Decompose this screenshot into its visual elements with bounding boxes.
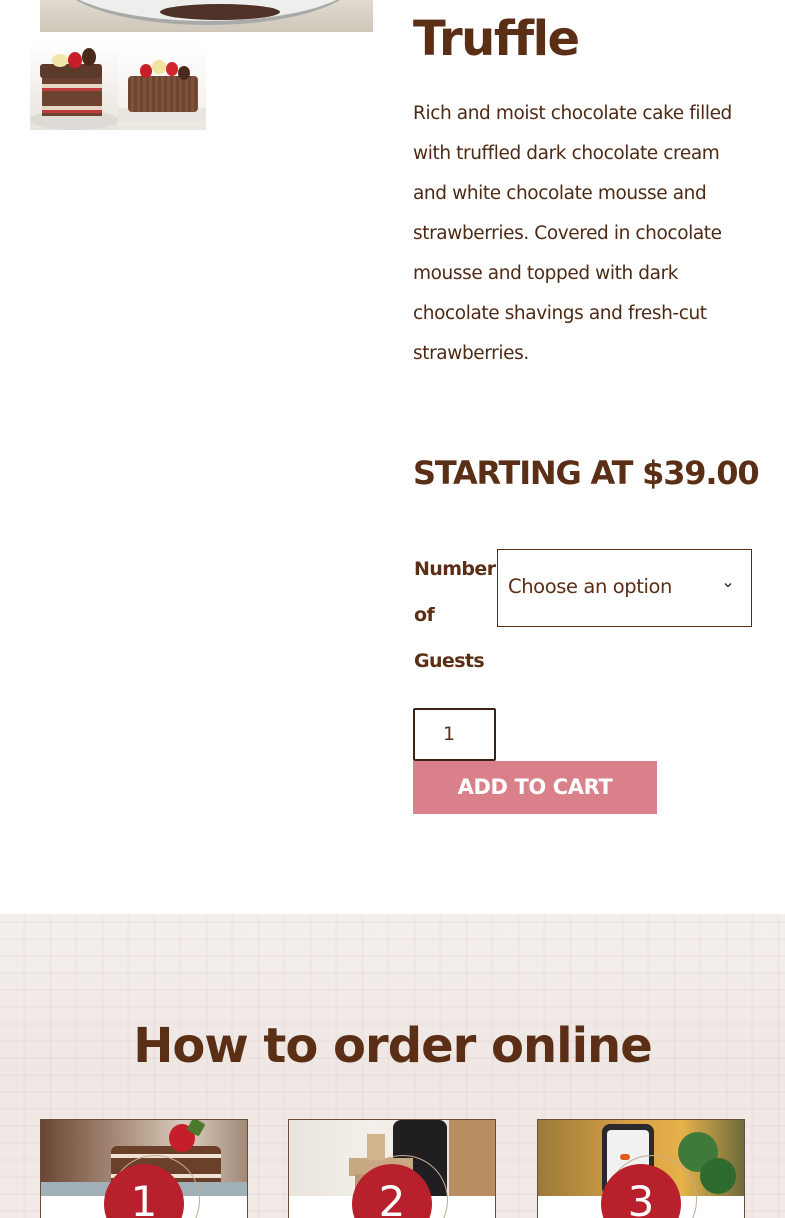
quantity-input[interactable]: 1 — [413, 708, 496, 761]
coffee-cup — [367, 1134, 385, 1160]
guests-select[interactable]: Choose an option — [497, 549, 752, 627]
chocolate-topping — [178, 66, 190, 80]
plant-leaf — [700, 1158, 736, 1194]
product-price: STARTING AT $39.00 — [413, 454, 760, 492]
guests-label: Number of Guests — [414, 558, 496, 672]
strawberry-topping — [68, 52, 82, 68]
how-to-order-heading: How to order online — [133, 1018, 653, 1074]
product-title: Truffle — [413, 11, 580, 67]
product-thumbnail-2[interactable] — [118, 42, 206, 130]
cake-layers — [42, 76, 102, 116]
cream-topping — [52, 54, 68, 67]
add-to-cart-button[interactable]: ADD TO CART — [413, 761, 657, 814]
how-to-order-section: How to order online 1 2 3 — [0, 914, 785, 1218]
strawberry-topping — [166, 62, 178, 76]
product-main-image[interactable] — [40, 0, 373, 32]
chocolate-topping — [82, 48, 96, 66]
app-logo — [620, 1154, 630, 1160]
cake-slice — [160, 4, 280, 20]
strawberry-topping — [140, 64, 152, 78]
select-value: Choose an option — [508, 575, 672, 598]
chevron-down-icon — [724, 583, 732, 588]
cream-topping — [152, 60, 166, 74]
product-thumbnail-1[interactable] — [30, 42, 118, 130]
door — [449, 1120, 495, 1196]
product-description: Rich and moist chocolate cake filled wit… — [413, 103, 732, 364]
cake-shavings — [128, 76, 198, 112]
